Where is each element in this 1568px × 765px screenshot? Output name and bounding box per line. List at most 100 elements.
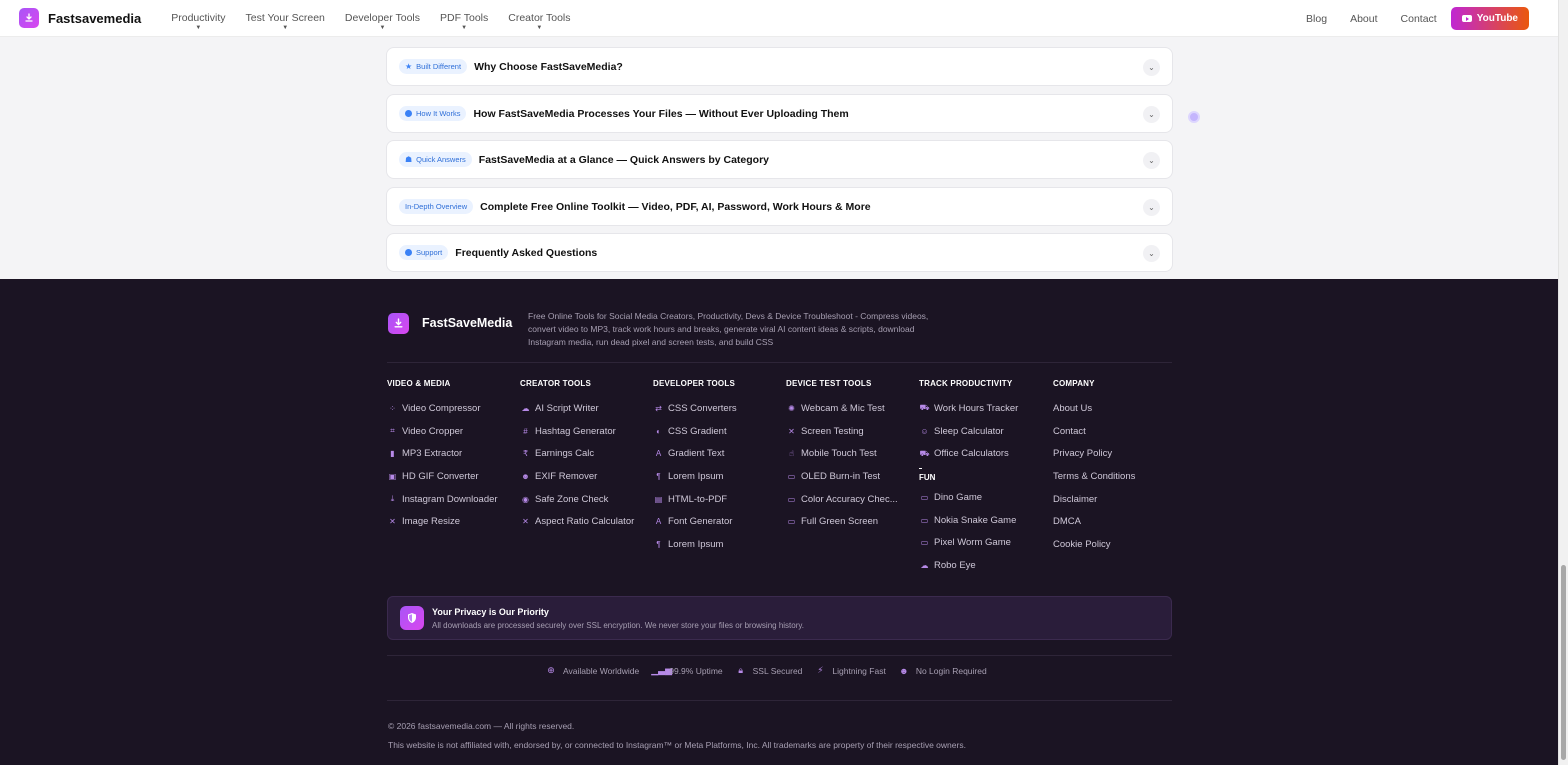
footer-link-html-to-pdf[interactable]: ▤ HTML-to-PDF (653, 488, 737, 511)
palette-icon: ◐ (656, 426, 661, 436)
accordion-how-it-works[interactable]: How It Works How FastSaveMedia Processes… (386, 94, 1173, 133)
paragraph-icon: ¶ (656, 471, 661, 481)
monitor-icon: ▭ (787, 494, 796, 504)
footer-link-gif-converter[interactable]: ▣ HD GIF Converter (387, 465, 498, 488)
compress-icon: ⁘ (389, 403, 396, 413)
nav-creator-tools[interactable]: Creator Tools ▼ (498, 0, 580, 37)
link-label: Instagram Downloader (402, 493, 498, 505)
footer-link-sleep-calculator[interactable]: ☺ Sleep Calculator (919, 420, 1018, 443)
scrollbar-thumb[interactable] (1561, 565, 1566, 760)
download-icon: ⤓ (390, 494, 395, 504)
youtube-button[interactable]: YouTube (1450, 7, 1529, 30)
rupee-icon: ₹ (522, 449, 529, 459)
footer-link-contact[interactable]: Contact (1053, 420, 1135, 443)
footer-link-lorem-ipsum[interactable]: ¶ Lorem Ipsum (653, 465, 737, 488)
chevron-down-icon[interactable]: ⌄ (1143, 245, 1160, 262)
nav-pdf-tools[interactable]: PDF Tools ▼ (430, 0, 498, 37)
footer-link-cookie-policy[interactable]: Cookie Policy (1053, 533, 1135, 556)
accordion-why-choose[interactable]: ★ Built Different Why Choose FastSaveMedi… (386, 47, 1173, 86)
gamepad-icon: ▭ (920, 492, 929, 502)
copyright: © 2026 fastsavemedia.com — All rights re… (388, 721, 575, 731)
robot-icon: ☁ (920, 560, 929, 570)
footer-link-font-generator[interactable]: A Font Generator (653, 510, 737, 533)
privacy-text: All downloads are processed securely ove… (432, 621, 805, 630)
footer-link-oled-burn-in-test[interactable]: ▭ OLED Burn-in Test (786, 465, 898, 488)
chevron-down-icon[interactable]: ⌄ (1143, 152, 1160, 169)
footer-link-exif-remover[interactable]: ☻ EXIF Remover (520, 465, 634, 488)
footer-link-earnings-calc[interactable]: ₹ Earnings Calc (520, 442, 634, 465)
eye-icon: ◉ (522, 494, 529, 504)
footer-link-screen-testing[interactable]: ✕ Screen Testing (786, 420, 898, 443)
column-heading: TRACK PRODUCTIVITY (919, 379, 1013, 388)
footer-link-aspect-ratio-calculator[interactable]: ✕ Aspect Ratio Calculator (520, 510, 634, 533)
footer-link-instagram-downloader[interactable]: ⤓ Instagram Downloader (387, 488, 498, 511)
footer-description: Free Online Tools for Social Media Creat… (528, 311, 929, 347)
youtube-label: YouTube (1476, 13, 1518, 24)
logo-download-icon[interactable] (19, 8, 39, 28)
footer-link-lorem-ipsum-2[interactable]: ¶ Lorem Ipsum (653, 533, 737, 556)
accordion-quick-answers[interactable]: ☗ Quick Answers FastSaveMedia at a Glance… (386, 140, 1173, 179)
footer-link-pixel-worm-game[interactable]: ▭ Pixel Worm Game (919, 531, 1018, 554)
footer-link-ai-script-writer[interactable]: ☁ AI Script Writer (520, 397, 634, 420)
monitor-icon: ▭ (787, 471, 796, 481)
footer-link-mp3-extractor[interactable]: ▮ MP3 Extractor (387, 442, 498, 465)
footer-link-safe-zone-check[interactable]: ◉ Safe Zone Check (520, 488, 634, 511)
footer-link-office-calculators[interactable]: ⛟ Office Calculators (919, 442, 1018, 465)
footer-link-about-us[interactable]: About Us (1053, 397, 1135, 420)
footer-link-mobile-touch-test[interactable]: ☝ Mobile Touch Test (786, 442, 898, 465)
page-scrollbar[interactable] (1558, 0, 1568, 765)
footer-brand[interactable]: FastSaveMedia (422, 316, 512, 330)
footer-link-video-cropper[interactable]: ⌗ Video Cropper (387, 420, 498, 443)
accordion-faq[interactable]: Support Frequently Asked Questions ⌄ (386, 233, 1173, 272)
divider (387, 700, 1172, 701)
footer-link-css-gradient[interactable]: ◐ CSS Gradient (653, 420, 737, 443)
footer-link-nokia-snake-game[interactable]: ▭ Nokia Snake Game (919, 509, 1018, 532)
brand-name[interactable]: Fastsavemedia (48, 11, 141, 26)
footer-link-terms[interactable]: Terms & Conditions (1053, 465, 1135, 488)
footer-link-css-converters[interactable]: ⇄ CSS Converters (653, 397, 737, 420)
footer-link-work-hours-tracker[interactable]: ⛟ Work Hours Tracker (919, 397, 1018, 420)
footer-link-gradient-text[interactable]: A Gradient Text (653, 442, 737, 465)
footer-link-image-resize[interactable]: ✕ Image Resize (387, 510, 498, 533)
link-label: EXIF Remover (535, 470, 598, 482)
footer-link-dino-game[interactable]: ▭ Dino Game (919, 486, 1018, 509)
link-label: MP3 Extractor (402, 448, 463, 460)
chevron-down-icon[interactable]: ⌄ (1143, 199, 1160, 216)
footer-link-webcam-mic-test[interactable]: ✺ Webcam & Mic Test (786, 397, 898, 420)
tools-icon: ✕ (788, 426, 795, 436)
pill-badge: Support (399, 245, 449, 260)
link-label: Nokia Snake Game (934, 514, 1017, 526)
nav-test-your-screen[interactable]: Test Your Screen ▼ (236, 0, 335, 37)
footer-link-robo-eye[interactable]: ☁ Robo Eye (919, 554, 1018, 577)
shield-icon (400, 606, 424, 630)
affiliation-disclaimer: This website is not affiliated with, end… (388, 740, 966, 750)
nav-developer-tools[interactable]: Developer Tools ▼ (335, 0, 430, 37)
divider (387, 362, 1172, 363)
divider (387, 655, 1172, 656)
nav-productivity[interactable]: Productivity ▼ (161, 0, 235, 37)
nav-contact-link[interactable]: Contact (1401, 13, 1437, 25)
chevron-down-icon[interactable]: ⌄ (1143, 106, 1160, 123)
column-heading: CREATOR TOOLS (520, 379, 592, 388)
nav-about-link[interactable]: About (1350, 13, 1377, 25)
footer-link-color-accuracy-check[interactable]: ▭ Color Accuracy Chec... (786, 488, 898, 511)
badge-worldwide: ⊕ Available Worldwide (545, 665, 639, 676)
nav-blog-link[interactable]: Blog (1306, 13, 1327, 25)
footer-link-disclaimer[interactable]: Disclaimer (1053, 488, 1135, 511)
right-nav: Blog About Contact YouTube (1306, 0, 1529, 37)
accordion-in-depth-overview[interactable]: In-Depth Overview Complete Free Online T… (386, 187, 1173, 226)
floating-action-dot[interactable] (1188, 111, 1200, 123)
footer-logo-download-icon[interactable] (388, 313, 409, 334)
hashtag-icon: # (523, 426, 528, 436)
paragraph-icon: ¶ (656, 539, 661, 549)
link-label: Image Resize (402, 516, 461, 528)
chevron-down-icon[interactable]: ⌄ (1143, 59, 1160, 76)
footer-link-video-compressor[interactable]: ⁘ Video Compressor (387, 397, 498, 420)
footer-link-dmca[interactable]: DMCA (1053, 510, 1135, 533)
link-label: Pixel Worm Game (934, 537, 1011, 549)
footer-link-hashtag-generator[interactable]: # Hashtag Generator (520, 420, 634, 443)
link-label: HTML-to-PDF (668, 493, 728, 505)
footer-link-full-green-screen[interactable]: ▭ Full Green Screen (786, 510, 898, 533)
column-heading: DEVICE TEST TOOLS (786, 379, 872, 388)
footer-link-privacy-policy[interactable]: Privacy Policy (1053, 442, 1135, 465)
